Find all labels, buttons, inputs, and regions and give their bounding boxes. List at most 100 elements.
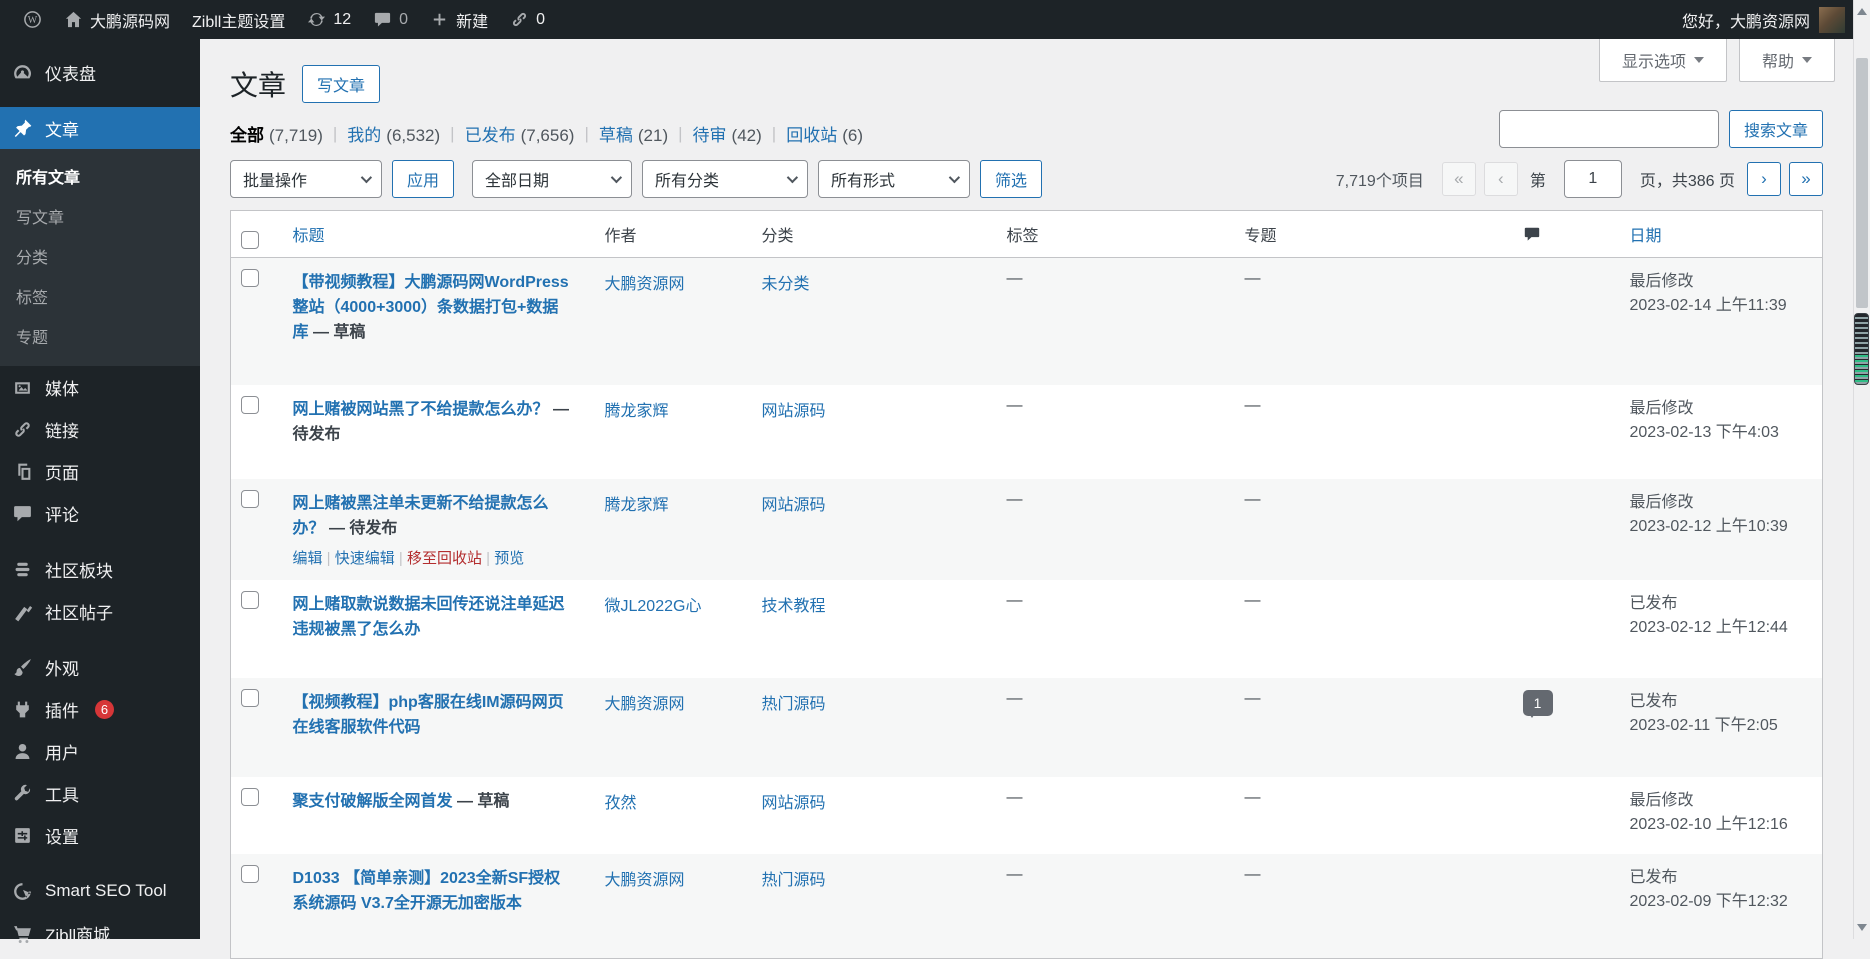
- row-checkbox[interactable]: [241, 490, 259, 508]
- author-link[interactable]: 微JL2022G心: [605, 598, 702, 615]
- post-title-link[interactable]: 网上赌被网站黑了不给提款怎么办？: [293, 401, 549, 418]
- post-status: — 草稿: [309, 324, 366, 341]
- category-filter-select[interactable]: 所有分类: [642, 160, 808, 198]
- category-link[interactable]: 网站源码: [762, 403, 826, 420]
- submenu-item-new-post[interactable]: 写文章: [0, 196, 200, 236]
- row-checkbox[interactable]: [241, 689, 259, 707]
- row-action-编辑[interactable]: 编辑: [293, 550, 323, 567]
- zibll-theme-settings-link[interactable]: Zibll主题设置: [181, 0, 296, 39]
- screen-options-button[interactable]: 显示选项: [1599, 39, 1727, 82]
- account-menu[interactable]: 您好，大鹏资源网: [1671, 0, 1856, 39]
- row-action-快速编辑[interactable]: 快速编辑: [335, 550, 395, 567]
- author-link[interactable]: 孜然: [605, 795, 637, 812]
- site-name: 大鹏源码网: [90, 8, 170, 32]
- submenu-item-tags[interactable]: 标签: [0, 276, 200, 316]
- sidebar-item-smart-seo-tool[interactable]: Smart SEO Tool: [0, 870, 200, 912]
- sidebar-item-label: 社区板块: [45, 557, 113, 582]
- column-author: 作者: [595, 211, 752, 258]
- category-link[interactable]: 热门源码: [762, 696, 826, 713]
- date-status: 已发布: [1630, 690, 1813, 714]
- site-home-link[interactable]: 大鹏源码网: [53, 0, 181, 39]
- sidebar-item-dashboard[interactable]: 仪表盘: [0, 51, 200, 93]
- format-filter-select[interactable]: 所有形式: [818, 160, 970, 198]
- date-filter-select[interactable]: 全部日期: [472, 160, 632, 198]
- sidebar-item-posts[interactable]: 文章: [0, 107, 200, 149]
- row-action-预览[interactable]: 预览: [494, 550, 524, 567]
- search-posts-button[interactable]: 搜索文章: [1729, 110, 1823, 148]
- column-tags: 标签: [997, 211, 1235, 258]
- row-checkbox[interactable]: [241, 591, 259, 609]
- next-page-button[interactable]: ›: [1747, 162, 1781, 196]
- category-link[interactable]: 网站源码: [762, 795, 826, 812]
- chevron-down-icon: [1802, 57, 1812, 63]
- category-link[interactable]: 未分类: [762, 276, 810, 293]
- sidebar-item-pages[interactable]: 页面: [0, 450, 200, 492]
- category-link[interactable]: 网站源码: [762, 497, 826, 514]
- filter-link-草稿[interactable]: 草稿(21): [599, 121, 668, 146]
- submenu-item-categories[interactable]: 分类: [0, 236, 200, 276]
- items-count: 7,719个项目: [1336, 167, 1424, 191]
- sidebar-item-settings[interactable]: 设置: [0, 814, 200, 856]
- extension-widget: [1854, 313, 1869, 385]
- post-title-link[interactable]: 【视频教程】php客服在线IM源码网页在线客服软件代码: [293, 694, 564, 736]
- column-date[interactable]: 日期: [1620, 211, 1823, 258]
- filter-link-待审[interactable]: 待审(42): [693, 121, 762, 146]
- add-new-post-button[interactable]: 写文章: [302, 65, 380, 103]
- broken-links-link[interactable]: 0: [499, 0, 556, 39]
- category-link[interactable]: 技术教程: [762, 598, 826, 615]
- admin-comments-link[interactable]: 0: [362, 0, 419, 39]
- filter-link-回收站[interactable]: 回收站(6): [786, 121, 863, 146]
- filter-link-我的[interactable]: 我的(6,532): [347, 121, 440, 146]
- author-link[interactable]: 腾龙家辉: [605, 497, 669, 514]
- sidebar-item-users[interactable]: 用户: [0, 730, 200, 772]
- post-title-link[interactable]: 聚支付破解版全网首发: [293, 793, 453, 810]
- post-title-link[interactable]: D1033 【简单亲测】2023全新SF授权系统源码 V3.7全开源无加密版本: [293, 870, 561, 912]
- help-button[interactable]: 帮助: [1739, 39, 1835, 82]
- filter-link-已发布[interactable]: 已发布(7,656): [465, 121, 575, 146]
- filter-button[interactable]: 筛选: [980, 160, 1042, 198]
- scroll-up-icon[interactable]: [1857, 8, 1867, 15]
- row-checkbox[interactable]: [241, 788, 259, 806]
- post-title-link[interactable]: 网上赌取款说数据未回传还说注单延迟违规被黑了怎么办: [293, 596, 565, 638]
- wordpress-logo-icon[interactable]: W: [12, 0, 53, 39]
- sidebar-item-plugins[interactable]: 插件6: [0, 688, 200, 730]
- column-title[interactable]: 标题: [283, 211, 595, 258]
- updates-link[interactable]: 12: [296, 0, 362, 39]
- row-checkbox[interactable]: [241, 396, 259, 414]
- search-input[interactable]: [1499, 110, 1719, 148]
- row-checkbox[interactable]: [241, 269, 259, 287]
- author-link[interactable]: 大鹏资源网: [605, 276, 685, 293]
- sidebar-item-links[interactable]: 链接: [0, 408, 200, 450]
- submenu-item-all-posts[interactable]: 所有文章: [0, 156, 200, 196]
- scroll-down-icon[interactable]: [1857, 924, 1867, 931]
- titlebar: 文章 写文章: [230, 39, 1823, 104]
- select-all-checkbox[interactable]: [241, 231, 259, 249]
- filter-link-全部[interactable]: 全部(7,719): [230, 121, 323, 146]
- filter-count: (6): [842, 126, 863, 145]
- sidebar-item-label: 外观: [45, 655, 79, 680]
- apply-button[interactable]: 应用: [392, 160, 454, 198]
- submenu-item-topics[interactable]: 专题: [0, 316, 200, 356]
- last-page-button[interactable]: »: [1789, 162, 1823, 196]
- sidebar-item-tools[interactable]: 工具: [0, 772, 200, 814]
- sidebar-item-appearance[interactable]: 外观: [0, 646, 200, 688]
- author-link[interactable]: 大鹏资源网: [605, 872, 685, 889]
- row-checkbox[interactable]: [241, 865, 259, 883]
- scrollbar-thumb[interactable]: [1856, 58, 1868, 308]
- category-link[interactable]: 热门源码: [762, 872, 826, 889]
- author-link[interactable]: 大鹏资源网: [605, 696, 685, 713]
- tablenav: 批量操作 应用 全部日期 所有分类 所有形式 筛选 7,719个项目 « ‹ 第…: [230, 160, 1823, 198]
- sidebar-item-media[interactable]: 媒体: [0, 366, 200, 408]
- row-action-移至回收站[interactable]: 移至回收站: [407, 550, 482, 567]
- sidebar-item-community-sections[interactable]: 社区板块: [0, 548, 200, 590]
- chevron-down-icon: [611, 172, 622, 183]
- comment-count-badge[interactable]: 1: [1523, 690, 1553, 716]
- bulk-actions-select[interactable]: 批量操作: [230, 160, 382, 198]
- current-page-input[interactable]: [1564, 160, 1622, 198]
- filter-item: 草稿(21): [599, 121, 693, 146]
- author-link[interactable]: 腾龙家辉: [605, 403, 669, 420]
- sidebar-item-comments[interactable]: 评论: [0, 492, 200, 534]
- page-scrollbar[interactable]: [1853, 0, 1870, 939]
- new-content-link[interactable]: 新建: [419, 0, 499, 39]
- sidebar-item-community-posts[interactable]: 社区帖子: [0, 590, 200, 632]
